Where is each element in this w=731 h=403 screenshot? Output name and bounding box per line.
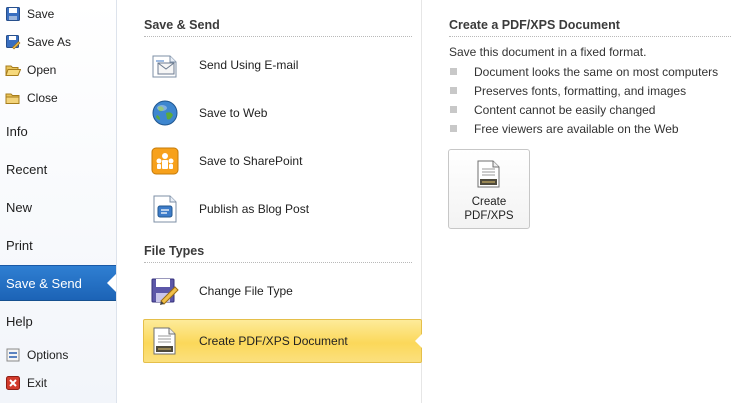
nav-tab-help[interactable]: Help: [0, 303, 116, 339]
feature-text: Preserves fonts, formatting, and images: [474, 83, 687, 98]
bullet-icon: [450, 106, 457, 113]
nav-open-label: Open: [27, 63, 57, 77]
create-pdf-xps-button[interactable]: Create PDF/XPS: [448, 149, 530, 229]
list-item: Document looks the same on most computer…: [450, 62, 718, 81]
list-item: Preserves fonts, formatting, and images: [450, 81, 718, 100]
email-icon: [149, 49, 181, 81]
section-title-save-send: Save & Send: [144, 18, 412, 37]
change-file-type-icon: [149, 275, 181, 307]
blog-icon: [149, 193, 181, 225]
exit-icon: [5, 375, 21, 391]
save-to-web-item[interactable]: Save to Web: [144, 91, 422, 135]
nav-tab-recent[interactable]: Recent: [0, 151, 116, 187]
nav-tab-help-label: Help: [6, 313, 33, 329]
button-line-2: PDF/XPS: [464, 210, 514, 222]
bullet-icon: [450, 68, 457, 75]
nav-tab-print-label: Print: [6, 237, 33, 253]
create-pdf-xps-document-item[interactable]: Create PDF/XPS Document: [143, 319, 422, 363]
nav-tab-save-send[interactable]: Save & Send: [0, 265, 116, 301]
list-item: Content cannot be easily changed: [450, 100, 718, 119]
detail-pane: Create a PDF/XPS Document Save this docu…: [422, 0, 731, 403]
close-folder-icon: [5, 90, 21, 106]
nav-tab-new[interactable]: New: [0, 189, 116, 225]
nav-save-as-label: Save As: [27, 35, 72, 49]
list-item: Free viewers are available on the Web: [450, 119, 718, 138]
change-file-type-label: Change File Type: [199, 284, 293, 298]
detail-title: Create a PDF/XPS Document: [449, 18, 731, 37]
nav-exit[interactable]: Exit: [0, 372, 116, 394]
nav-open[interactable]: Open: [0, 59, 116, 81]
create-pdf-xps-document-label: Create PDF/XPS Document: [199, 334, 348, 348]
sharepoint-icon: [149, 145, 181, 177]
save-to-sharepoint-label: Save to SharePoint: [199, 154, 303, 168]
nav-save-label: Save: [27, 7, 55, 21]
change-file-type-item[interactable]: Change File Type: [144, 269, 422, 313]
nav-save-as[interactable]: Save As: [0, 31, 116, 53]
save-send-options-panel: Save & Send Send Using E-mail Save to We…: [117, 0, 422, 403]
save-to-sharepoint-item[interactable]: Save to SharePoint: [144, 139, 422, 183]
nav-options-label: Options: [27, 348, 69, 362]
nav-tab-new-label: New: [6, 199, 33, 215]
backstage-nav: Save Save As Open Close Info Recent New …: [0, 0, 117, 403]
save-to-web-label: Save to Web: [199, 106, 268, 120]
publish-blog-post-label: Publish as Blog Post: [199, 202, 310, 216]
section-title-file-types: File Types: [144, 244, 412, 263]
send-using-email-item[interactable]: Send Using E-mail: [144, 43, 422, 87]
open-folder-icon: [5, 62, 21, 78]
feature-text: Document looks the same on most computer…: [474, 64, 719, 79]
bullet-icon: [450, 87, 457, 94]
save-as-icon: [5, 34, 21, 50]
publish-blog-post-item[interactable]: Publish as Blog Post: [144, 187, 422, 231]
pdf-document-icon: [473, 159, 505, 191]
nav-options[interactable]: Options: [0, 344, 116, 366]
feature-list: Document looks the same on most computer…: [450, 62, 718, 138]
nav-tab-recent-label: Recent: [6, 161, 48, 177]
options-icon: [5, 347, 21, 363]
nav-tab-info[interactable]: Info: [0, 113, 116, 149]
nav-save[interactable]: Save: [0, 3, 116, 25]
nav-close[interactable]: Close: [0, 87, 116, 109]
save-icon: [5, 6, 21, 22]
button-line-1: Create: [471, 196, 507, 208]
feature-text: Free viewers are available on the Web: [474, 121, 679, 136]
nav-close-label: Close: [27, 91, 58, 105]
feature-text: Content cannot be easily changed: [474, 102, 656, 117]
globe-icon: [149, 97, 181, 129]
nav-tab-info-label: Info: [6, 123, 28, 139]
nav-tab-print[interactable]: Print: [0, 227, 116, 263]
detail-subtitle: Save this document in a fixed format.: [449, 45, 647, 59]
nav-exit-label: Exit: [27, 376, 48, 390]
pdf-document-icon: [149, 325, 181, 357]
nav-tab-save-send-label: Save & Send: [6, 275, 82, 291]
send-using-email-label: Send Using E-mail: [199, 58, 299, 72]
bullet-icon: [450, 125, 457, 132]
create-pdf-xps-button-label: Create PDF/XPS: [464, 195, 513, 223]
